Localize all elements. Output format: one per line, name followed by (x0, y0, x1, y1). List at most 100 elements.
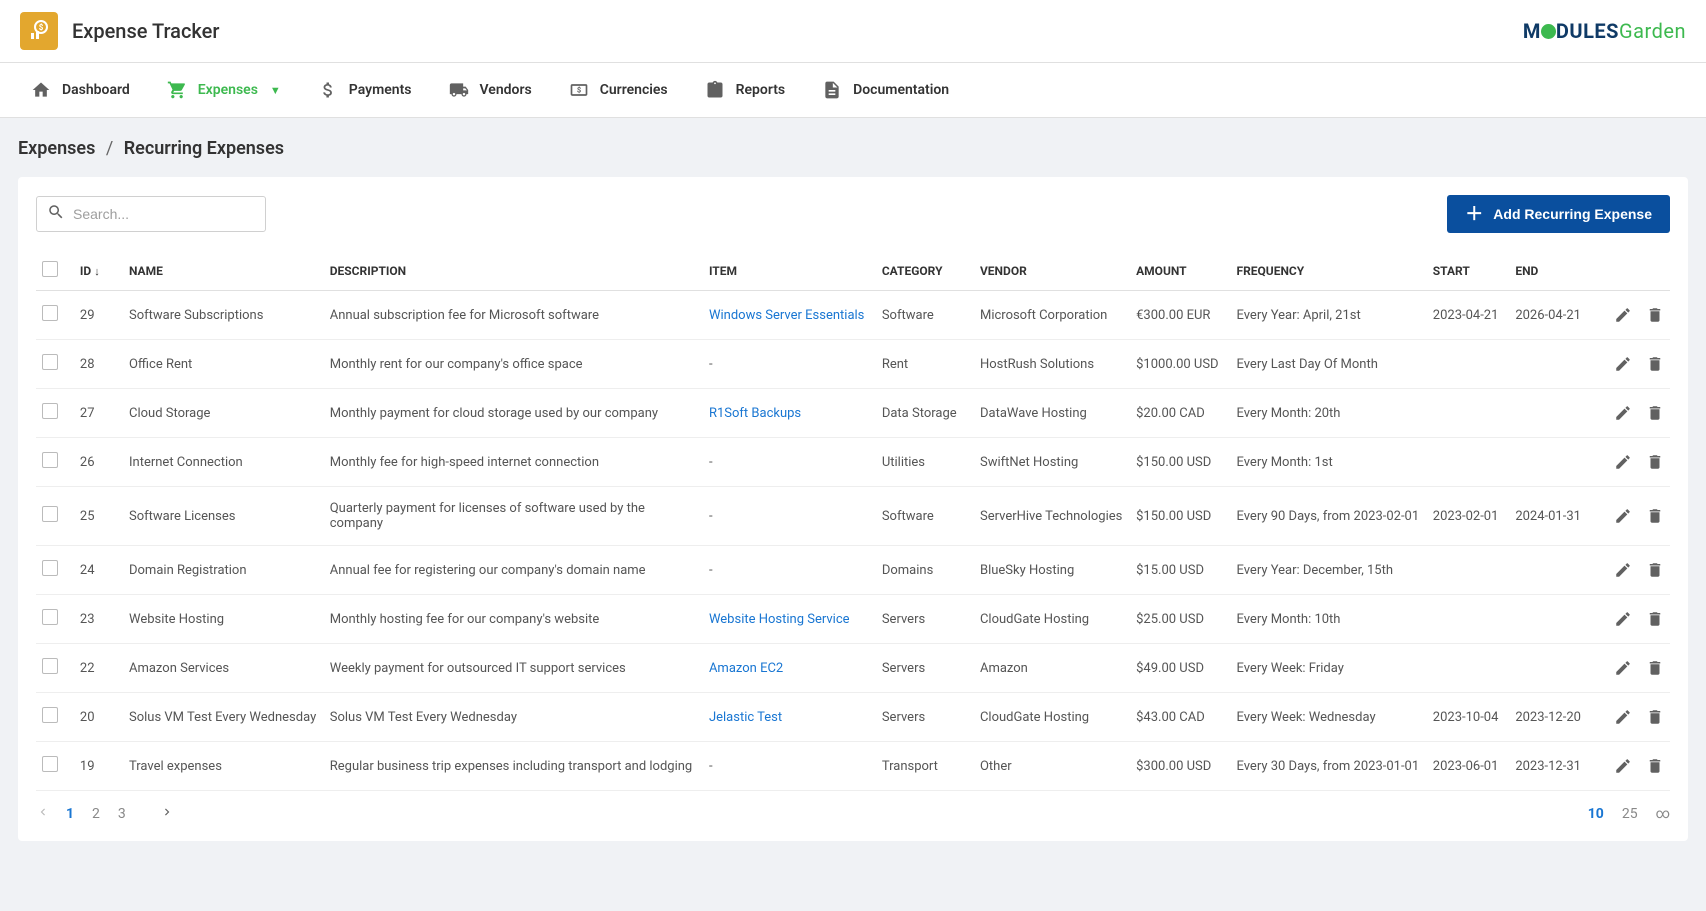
page-size[interactable]: 25 (1622, 806, 1638, 822)
cell-vendor: BlueSky Hosting (974, 546, 1130, 595)
row-checkbox[interactable] (42, 305, 58, 321)
cell-name: Website Hosting (123, 595, 324, 644)
select-all-checkbox[interactable] (42, 261, 58, 277)
nav-expenses[interactable]: Expenses ▼ (148, 63, 299, 117)
nav-label: Dashboard (62, 82, 130, 98)
delete-icon[interactable] (1646, 404, 1664, 422)
nav-currencies[interactable]: $ Currencies (550, 63, 686, 117)
cell-amount: $25.00 USD (1130, 595, 1230, 644)
cell-id: 28 (74, 340, 123, 389)
item-link[interactable]: R1Soft Backups (709, 406, 801, 421)
cell-frequency: Every Week: Friday (1230, 644, 1426, 693)
item-link[interactable]: Jelastic Test (709, 710, 782, 725)
cell-category: Software (876, 291, 974, 340)
delete-icon[interactable] (1646, 561, 1664, 579)
table-row: 28 Office Rent Monthly rent for our comp… (36, 340, 1670, 389)
delete-icon[interactable] (1646, 757, 1664, 775)
page-number[interactable]: 2 (92, 806, 100, 822)
cell-frequency: Every Month: 1st (1230, 438, 1426, 487)
nav-vendors[interactable]: Vendors (430, 63, 550, 117)
page-next[interactable] (160, 805, 174, 823)
cell-frequency: Every Week: Wednesday (1230, 693, 1426, 742)
cell-id: 19 (74, 742, 123, 791)
item-link[interactable]: Amazon EC2 (709, 661, 783, 676)
search-wrap[interactable] (36, 196, 266, 232)
header-name[interactable]: NAME (123, 251, 324, 291)
table-row: 23 Website Hosting Monthly hosting fee f… (36, 595, 1670, 644)
header-vendor[interactable]: VENDOR (974, 251, 1130, 291)
table-row: 22 Amazon Services Weekly payment for ou… (36, 644, 1670, 693)
delete-icon[interactable] (1646, 355, 1664, 373)
page-prev[interactable] (36, 805, 50, 823)
row-checkbox[interactable] (42, 707, 58, 723)
cell-frequency: Every Month: 10th (1230, 595, 1426, 644)
table-row: 19 Travel expenses Regular business trip… (36, 742, 1670, 791)
nav-dashboard[interactable]: Dashboard (12, 63, 148, 117)
edit-icon[interactable] (1614, 610, 1632, 628)
item-link[interactable]: Windows Server Essentials (709, 308, 864, 323)
edit-icon[interactable] (1614, 355, 1632, 373)
cell-item: - (703, 546, 876, 595)
breadcrumb-parent[interactable]: Expenses (18, 138, 95, 159)
header-description[interactable]: DESCRIPTION (324, 251, 703, 291)
row-checkbox[interactable] (42, 756, 58, 772)
page-number[interactable]: 3 (118, 806, 126, 822)
edit-icon[interactable] (1614, 404, 1632, 422)
edit-icon[interactable] (1614, 306, 1632, 324)
table-row: 26 Internet Connection Monthly fee for h… (36, 438, 1670, 487)
delete-icon[interactable] (1646, 453, 1664, 471)
row-checkbox[interactable] (42, 609, 58, 625)
page-size[interactable]: ∞ (1656, 806, 1670, 822)
row-checkbox[interactable] (42, 506, 58, 522)
edit-icon[interactable] (1614, 708, 1632, 726)
cell-end (1509, 438, 1592, 487)
svg-text:$: $ (577, 86, 581, 95)
nav-documentation[interactable]: Documentation (803, 63, 967, 117)
edit-icon[interactable] (1614, 507, 1632, 525)
cell-name: Internet Connection (123, 438, 324, 487)
delete-icon[interactable] (1646, 610, 1664, 628)
search-input[interactable] (73, 206, 255, 222)
cell-id: 26 (74, 438, 123, 487)
delete-icon[interactable] (1646, 306, 1664, 324)
header-category[interactable]: CATEGORY (876, 251, 974, 291)
edit-icon[interactable] (1614, 757, 1632, 775)
add-recurring-expense-button[interactable]: ＋ Add Recurring Expense (1447, 195, 1670, 233)
cell-end: 2023-12-20 (1509, 693, 1592, 742)
item-link[interactable]: Website Hosting Service (709, 612, 850, 627)
cell-description: Monthly hosting fee for our company's we… (324, 595, 703, 644)
header-id[interactable]: ID ↓ (74, 251, 123, 291)
cell-item: - (703, 742, 876, 791)
header-item[interactable]: ITEM (703, 251, 876, 291)
row-checkbox[interactable] (42, 658, 58, 674)
delete-icon[interactable] (1646, 507, 1664, 525)
row-checkbox[interactable] (42, 403, 58, 419)
row-checkbox[interactable] (42, 560, 58, 576)
currency-icon: $ (568, 79, 590, 101)
delete-icon[interactable] (1646, 659, 1664, 677)
cell-amount: €300.00 EUR (1130, 291, 1230, 340)
search-icon (47, 203, 65, 225)
cell-category: Data Storage (876, 389, 974, 438)
page-size[interactable]: 10 (1588, 806, 1604, 822)
row-checkbox[interactable] (42, 354, 58, 370)
edit-icon[interactable] (1614, 453, 1632, 471)
edit-icon[interactable] (1614, 561, 1632, 579)
table-row: 24 Domain Registration Annual fee for re… (36, 546, 1670, 595)
header-start[interactable]: START (1427, 251, 1510, 291)
edit-icon[interactable] (1614, 659, 1632, 677)
row-checkbox[interactable] (42, 452, 58, 468)
cell-id: 23 (74, 595, 123, 644)
header-end[interactable]: END (1509, 251, 1592, 291)
table-row: 27 Cloud Storage Monthly payment for clo… (36, 389, 1670, 438)
header-frequency[interactable]: FREQUENCY (1230, 251, 1426, 291)
cell-name: Software Licenses (123, 487, 324, 546)
header-amount[interactable]: AMOUNT (1130, 251, 1230, 291)
nav-reports[interactable]: Reports (686, 63, 804, 117)
page-number[interactable]: 1 (66, 806, 74, 822)
cell-id: 22 (74, 644, 123, 693)
nav-payments[interactable]: Payments (299, 63, 430, 117)
nav-label: Vendors (480, 82, 532, 98)
cell-item: - (703, 340, 876, 389)
delete-icon[interactable] (1646, 708, 1664, 726)
